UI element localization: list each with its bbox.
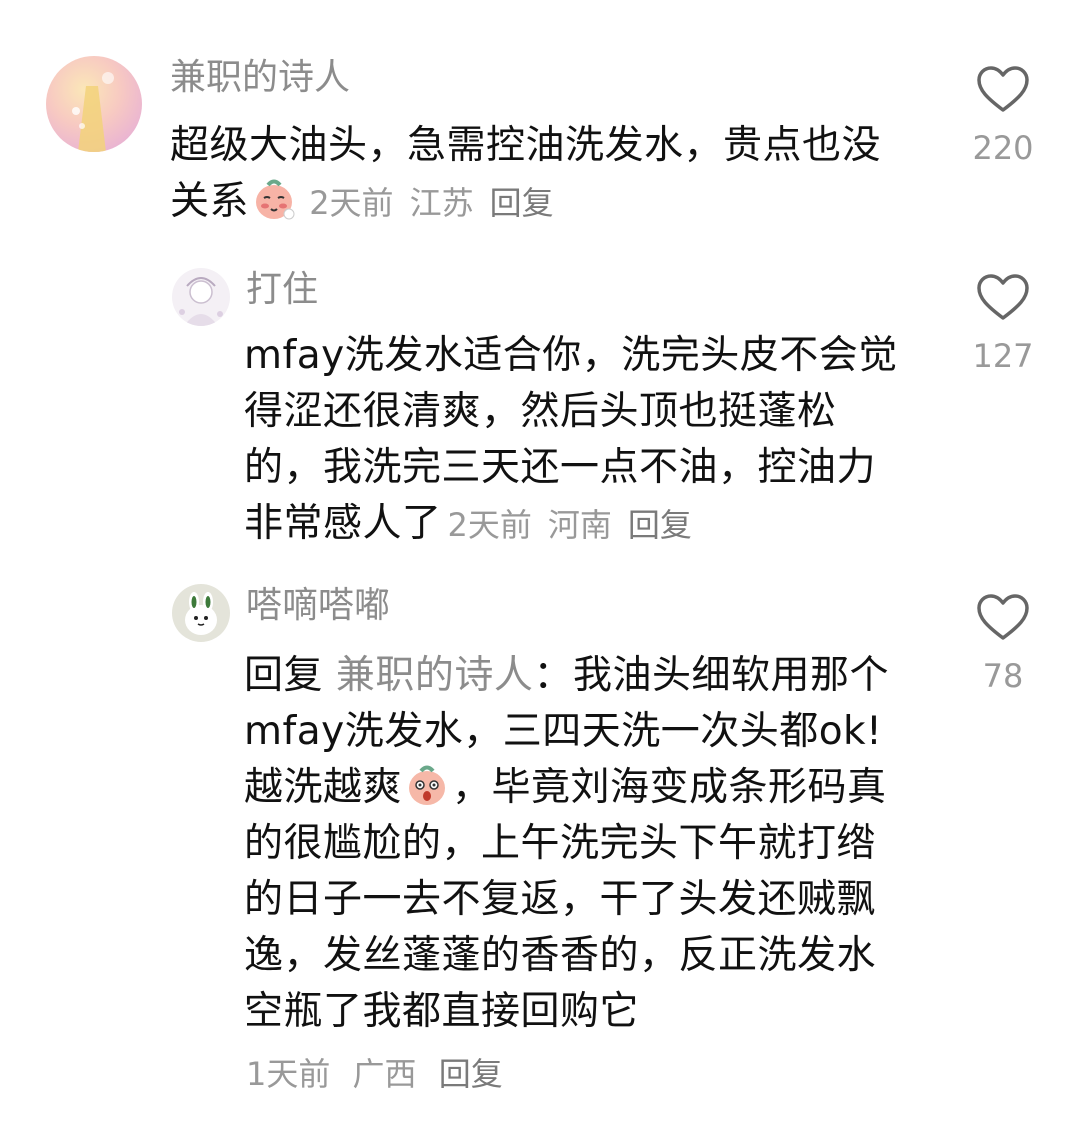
comment-location: 河南 (547, 506, 612, 544)
comment-text-line: 关系 2天前 江苏 回复 (170, 174, 930, 231)
surprised-face-emoji (409, 765, 446, 805)
like-button[interactable]: 127 (968, 272, 1038, 376)
like-button[interactable]: 78 (968, 592, 1038, 696)
reply-button[interactable]: 回复 (628, 506, 692, 544)
comment-text: mfay洗发水适合你，洗完头皮不会觉得涩还很清爽，然后头顶也挺蓬松的，我洗完三天… (244, 328, 909, 553)
like-count: 78 (982, 657, 1024, 695)
comment-location: 广西 (352, 1055, 417, 1093)
comment-meta: 1天前 广西 回复 (246, 1052, 503, 1096)
like-button[interactable]: 220 (968, 64, 1038, 168)
reply-prefix: 回复 (244, 653, 324, 698)
username[interactable]: 兼职的诗人 (170, 56, 350, 100)
avatar-image (172, 268, 230, 326)
avatar[interactable] (172, 268, 230, 326)
username[interactable]: 嗒嘀嗒嘟 (246, 584, 390, 628)
heart-icon (977, 594, 1029, 640)
like-count: 127 (972, 337, 1034, 375)
avatar-image (46, 56, 142, 152)
reply-button[interactable]: 回复 (490, 184, 554, 222)
comment-text-tail: 关系 (170, 179, 250, 224)
avatar-image (172, 584, 230, 642)
comment-meta: 2天前 河南 回复 (442, 506, 692, 544)
blushing-face-emoji (256, 179, 295, 220)
comment-meta: 2天前 江苏 回复 (299, 184, 554, 222)
avatar[interactable] (46, 56, 142, 152)
like-count: 220 (972, 129, 1034, 167)
reply-target-username[interactable]: 兼职的诗人 (336, 653, 534, 698)
comment-location: 江苏 (409, 184, 474, 222)
reply-button[interactable]: 回复 (439, 1055, 503, 1093)
comment-text: 回复 兼职的诗人：我油头细软用那个mfay洗发水，三四天洗一次头都ok!越洗越爽… (244, 648, 909, 1040)
comment-time: 1天前 (246, 1055, 331, 1093)
heart-icon (977, 66, 1029, 112)
heart-icon (977, 274, 1029, 320)
comment-text-line: 超级大油头，急需控油洗发水，贵点也没 (170, 123, 882, 168)
comment-time: 2天前 (447, 506, 532, 544)
username[interactable]: 打住 (246, 268, 318, 312)
comment-time: 2天前 (309, 184, 394, 222)
comment-text: 超级大油头，急需控油洗发水，贵点也没 关系 2天前 江苏 回复 (170, 118, 930, 231)
avatar[interactable] (172, 584, 230, 642)
